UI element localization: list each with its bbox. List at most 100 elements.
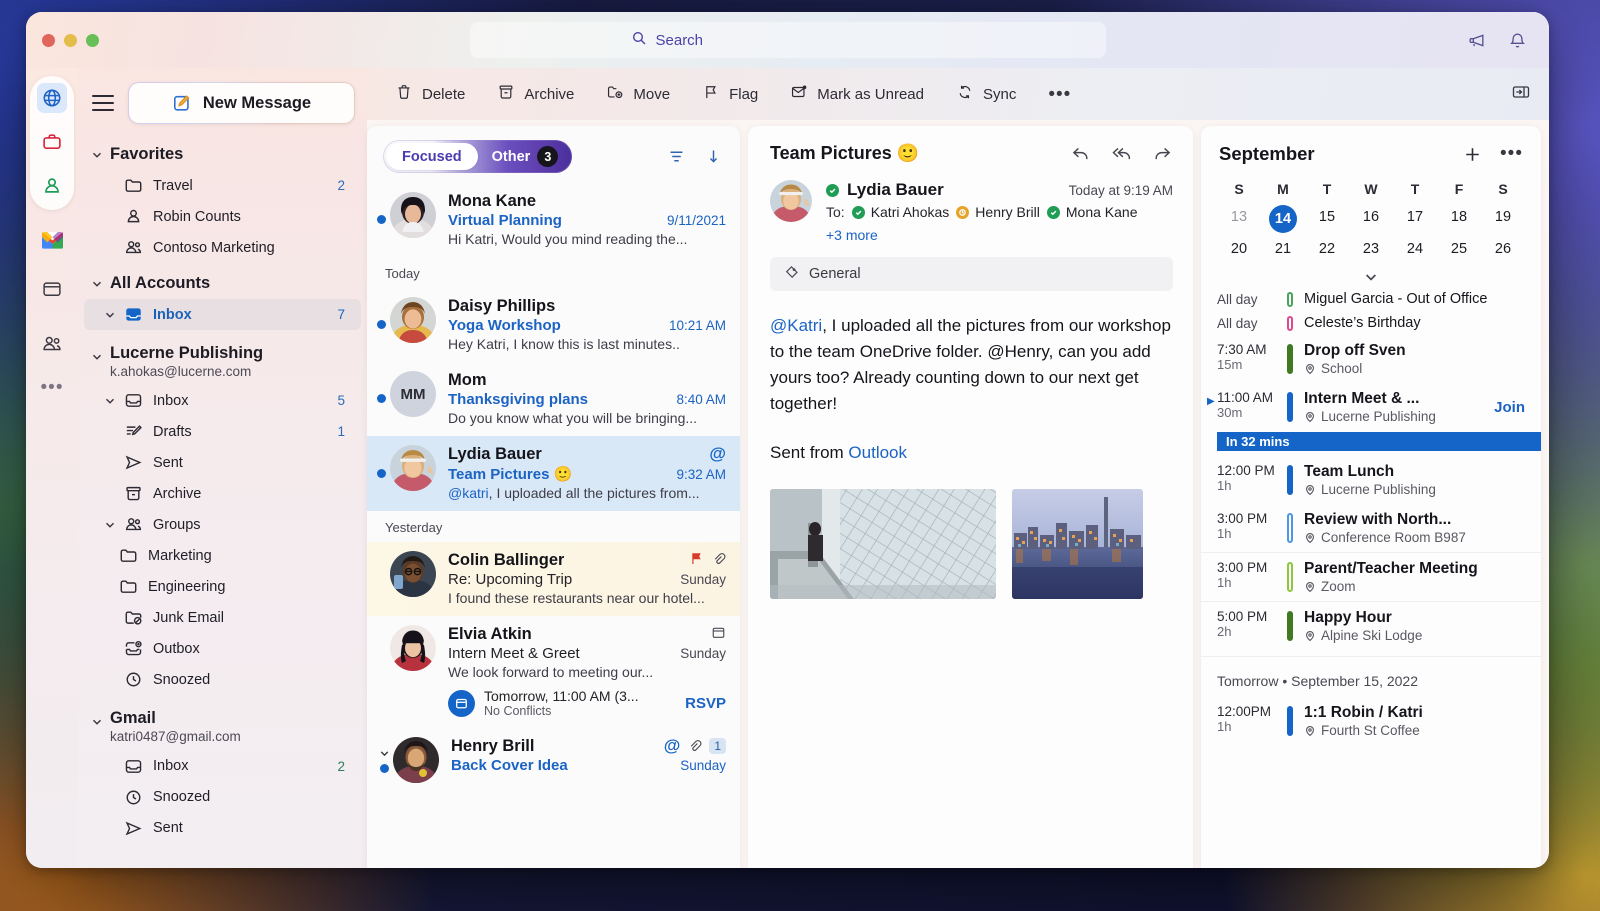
- sidebar-item-robin-counts[interactable]: Robin Counts: [84, 201, 361, 232]
- list-item[interactable]: Daisy Phillips Yoga Workshop 10:21 AM He…: [367, 288, 740, 362]
- recipient-chip[interactable]: Katri Ahokas: [851, 204, 949, 220]
- calendar-more-icon[interactable]: •••: [1500, 144, 1523, 163]
- plus-icon[interactable]: [1463, 145, 1482, 164]
- chevron-down-icon[interactable]: [103, 308, 117, 322]
- sidebar-item-gmail-inbox[interactable]: Inbox 2: [84, 751, 361, 782]
- tab-other[interactable]: Other 3: [478, 146, 570, 167]
- calendar-event[interactable]: 3:00 PM 1h Parent/Teacher Meeting Zoom: [1201, 552, 1541, 601]
- filter-icon[interactable]: [668, 148, 685, 165]
- calendar-day[interactable]: 26: [1481, 235, 1525, 263]
- calendar-day[interactable]: 23: [1349, 235, 1393, 263]
- calendar-day[interactable]: 15: [1305, 203, 1349, 235]
- sync-button[interactable]: Sync: [940, 83, 1032, 105]
- person-icon[interactable]: [37, 171, 67, 201]
- people-icon[interactable]: [37, 329, 67, 359]
- tab-focused[interactable]: Focused: [386, 143, 478, 170]
- calendar-event[interactable]: ▶ 11:00 AM 30m Intern Meet & ... Lucerne …: [1201, 383, 1541, 431]
- chevron-down-icon[interactable]: [103, 394, 117, 408]
- sidebar-item-marketing[interactable]: Marketing: [84, 540, 361, 571]
- sidebar-item-drafts[interactable]: Drafts 1: [84, 416, 361, 447]
- list-item[interactable]: MM Mom Thanksgiving plans 8:40 AM Do you…: [367, 362, 740, 436]
- flag-icon[interactable]: [689, 551, 704, 566]
- sidebar-item-snoozed[interactable]: Snoozed: [84, 664, 361, 695]
- chevron-down-icon[interactable]: [103, 518, 117, 532]
- sidebar-item-travel[interactable]: Travel 2: [84, 170, 361, 201]
- delete-button[interactable]: Delete: [379, 83, 481, 105]
- move-button[interactable]: Move: [590, 83, 686, 105]
- forward-icon[interactable]: [1152, 143, 1173, 164]
- gmail-icon[interactable]: [41, 232, 63, 249]
- calendar-day[interactable]: 17: [1393, 203, 1437, 235]
- globe-icon[interactable]: [37, 83, 67, 113]
- sidebar-section-favorites[interactable]: Favorites: [78, 134, 367, 170]
- calendar-day[interactable]: 13: [1217, 203, 1261, 235]
- sidebar-item-groups[interactable]: Groups: [84, 509, 361, 540]
- list-item[interactable]: Lydia Bauer @ Team Pictures 🙂 9:32 AM @k…: [367, 436, 740, 511]
- calendar-event[interactable]: 5:00 PM 2h Happy Hour Alpine Ski Lodge: [1201, 601, 1541, 650]
- sidebar-tree[interactable]: Favorites Travel 2 Robin Counts Contoso: [78, 134, 367, 868]
- sidebar-item-outbox[interactable]: Outbox: [84, 633, 361, 664]
- briefcase-icon[interactable]: [37, 127, 67, 157]
- calendar-day-selected[interactable]: 14: [1261, 203, 1305, 235]
- thread-twisty[interactable]: [377, 737, 391, 783]
- rsvp-button[interactable]: RSVP: [677, 695, 726, 712]
- glass-architecture-photo[interactable]: [770, 489, 996, 599]
- message-tag[interactable]: General: [770, 257, 1173, 291]
- archive-button[interactable]: Archive: [481, 83, 590, 105]
- sort-icon[interactable]: [705, 148, 722, 165]
- sidebar-item-lucerne-inbox[interactable]: Inbox 5: [84, 385, 361, 416]
- focused-other-pivot[interactable]: Focused Other 3: [383, 140, 573, 173]
- calendar-icon[interactable]: [37, 274, 67, 304]
- sidebar-item-contoso-marketing[interactable]: Contoso Marketing: [84, 232, 361, 263]
- calendar-day[interactable]: 18: [1437, 203, 1481, 235]
- search-input[interactable]: Search: [469, 22, 1106, 58]
- calendar-day[interactable]: 19: [1481, 203, 1525, 235]
- calendar-event[interactable]: 7:30 AM 15m Drop off Sven School: [1201, 335, 1541, 383]
- account-header-lucerne[interactable]: Lucerne Publishing k.ahokas@lucerne.com: [78, 330, 367, 385]
- sidebar-item-all-inbox[interactable]: Inbox 7: [84, 299, 361, 330]
- sidebar-item-junk-email[interactable]: Junk Email: [84, 602, 361, 633]
- mark-as-unread-button[interactable]: Mark as Unread: [774, 83, 940, 105]
- recipient-chip[interactable]: Mona Kane: [1046, 204, 1137, 220]
- hamburger-icon[interactable]: [92, 95, 114, 111]
- calendar-day[interactable]: 16: [1349, 203, 1393, 235]
- maximize-button[interactable]: [86, 33, 99, 47]
- flag-button[interactable]: Flag: [686, 83, 774, 105]
- megaphone-icon[interactable]: [1467, 31, 1486, 50]
- calendar-event[interactable]: 12:00 PM 1h Team Lunch Lucerne Publishing: [1201, 456, 1541, 504]
- sidebar-section-all-accounts[interactable]: All Accounts: [78, 263, 367, 299]
- calendar-event[interactable]: All day Miguel Garcia - Out of Office: [1201, 287, 1541, 311]
- calendar-day[interactable]: 24: [1393, 235, 1437, 263]
- outlook-link[interactable]: Outlook: [848, 443, 907, 462]
- recipient-chip[interactable]: Henry Brill: [956, 204, 1040, 220]
- reply-all-icon[interactable]: [1111, 143, 1132, 164]
- body-mention[interactable]: @Katri: [770, 316, 822, 335]
- calendar-event[interactable]: 12:00PM 1h 1:1 Robin / Katri Fourth St Co…: [1201, 697, 1541, 745]
- sidebar-item-sent[interactable]: Sent: [84, 447, 361, 478]
- list-item[interactable]: Henry Brill @ 1 Back Cover Idea Sunday: [367, 728, 740, 793]
- calendar-day[interactable]: 22: [1305, 235, 1349, 263]
- reply-icon[interactable]: [1070, 143, 1091, 164]
- sidebar-item-engineering[interactable]: Engineering: [84, 571, 361, 602]
- list-item[interactable]: Colin Ballinger Re: Upcoming Trip Sunday: [367, 542, 740, 616]
- sidebar-item-archive[interactable]: Archive: [84, 478, 361, 509]
- sidebar-item-gmail-sent[interactable]: Sent: [84, 813, 361, 844]
- account-header-gmail[interactable]: Gmail katri0487@gmail.com: [78, 695, 367, 750]
- calendar-event[interactable]: All day Celeste’s Birthday: [1201, 311, 1541, 335]
- list-item[interactable]: Mona Kane Virtual Planning 9/11/2021 Hi …: [367, 183, 740, 257]
- calendar-event[interactable]: 3:00 PM 1h Review with North... Conferenc…: [1201, 504, 1541, 552]
- sidebar-item-gmail-snoozed[interactable]: Snoozed: [84, 782, 361, 813]
- city-skyline-photo[interactable]: [1012, 489, 1143, 599]
- more-recipients-link[interactable]: +3 more: [826, 227, 878, 243]
- pane-toggle-icon[interactable]: [1511, 82, 1531, 107]
- close-button[interactable]: [42, 33, 55, 47]
- calendar-day[interactable]: 20: [1217, 235, 1261, 263]
- toolbar-overflow-button[interactable]: •••: [1032, 85, 1087, 104]
- event-expand-caret[interactable]: ▶: [1207, 396, 1215, 407]
- calendar-day[interactable]: 25: [1437, 235, 1481, 263]
- minimize-button[interactable]: [64, 33, 77, 47]
- bell-icon[interactable]: [1508, 31, 1527, 50]
- calendar-expand-button[interactable]: [1217, 263, 1525, 287]
- calendar-day[interactable]: 21: [1261, 235, 1305, 263]
- new-message-button[interactable]: New Message: [128, 82, 355, 124]
